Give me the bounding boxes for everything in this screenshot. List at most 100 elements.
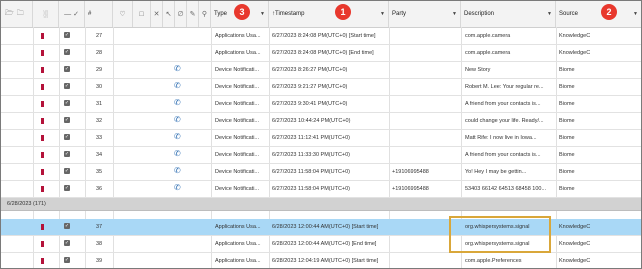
cell-num: 31 — [96, 101, 103, 107]
dropdown-icon[interactable]: ▼ — [452, 11, 457, 17]
cell-type: Applications Usa... — [215, 50, 261, 56]
table-row[interactable]: ✓ ✆ 29 Device Notificati... 6/27/2023 8:26:2… — [1, 62, 641, 79]
header-check-column[interactable]: — ✓ — [59, 1, 85, 27]
tag-flag-icon — [41, 224, 44, 230]
cell-timestamp: 6/28/2023 12:04:19 AM(UTC+0) [Start time… — [272, 258, 379, 264]
cell-timestamp: 6/27/2023 9:30:41 PM(UTC+0) — [272, 101, 348, 107]
tag-flag-icon — [41, 50, 44, 56]
cell-type: Device Notificati... — [215, 67, 260, 73]
row-checkbox[interactable]: ✓ — [64, 151, 70, 157]
header-source-column[interactable]: Source ▼ — [556, 1, 641, 27]
table-row[interactable]: ✓ 39 Applications Usa... 6/28/2023 12:04:19… — [1, 253, 641, 268]
table-row[interactable]: ✓ ✆ 33 Device Notificati... 6/27/2023 11:12:… — [1, 130, 641, 147]
cell-description: could change your life. Ready/... — [465, 118, 544, 124]
header-number-column[interactable]: # — [85, 1, 113, 27]
cell-description: Robert M. Lee: Your regular re... — [465, 84, 544, 90]
close-icon: ✕ — [153, 11, 160, 18]
header-cursor-column[interactable]: ↖ — [163, 1, 175, 27]
cell-party — [392, 62, 460, 78]
header-edit-column[interactable]: ✎ — [187, 1, 199, 27]
header-tag-column[interactable]: ░ — [33, 1, 59, 27]
cell-num: 36 — [96, 186, 103, 192]
folder-open-icon[interactable]: 🗁 — [5, 9, 14, 20]
row-checkbox[interactable]: ✓ — [64, 257, 70, 263]
phone-icon: ✆ — [174, 149, 181, 158]
dropdown-icon[interactable]: ▼ — [260, 11, 265, 17]
row-checkbox[interactable]: ✓ — [64, 66, 70, 72]
group-label: 6/28/2023 (171) — [7, 201, 46, 207]
cell-party: +19106995488 — [392, 169, 429, 175]
header-description-column[interactable]: Description ▼ — [461, 1, 556, 27]
cell-party: +19106995488 — [392, 186, 429, 192]
row-checkbox[interactable]: ✓ — [64, 134, 70, 140]
header-party-column[interactable]: Party ▼ — [389, 1, 461, 27]
table-row[interactable]: ✓ 28 Applications Usa... 6/27/2023 8:24:08 … — [1, 45, 641, 62]
row-checkbox[interactable]: ✓ — [64, 185, 70, 191]
cell-type: Device Notificati... — [215, 152, 260, 158]
cell-party — [392, 28, 460, 44]
cell-timestamp: 6/27/2023 11:58:04 PM(UTC+0) — [272, 169, 351, 175]
row-checkbox[interactable]: ✓ — [64, 49, 70, 55]
row-checkbox[interactable]: ✓ — [64, 100, 70, 106]
phone-icon: ✆ — [174, 64, 181, 73]
tag-flag-icon — [41, 186, 44, 192]
cell-num: 35 — [96, 169, 103, 175]
row-checkbox[interactable]: ✓ — [64, 32, 70, 38]
tag-flag-icon — [41, 101, 44, 107]
column-header-source: Source — [559, 11, 579, 17]
row-checkbox[interactable]: ✓ — [64, 223, 70, 229]
phone-icon: ✆ — [174, 115, 181, 124]
header-delete-column[interactable]: ✕ — [151, 1, 163, 27]
table-row[interactable]: ✓ ✆ 35 Device Notificati... 6/27/2023 11:58:… — [1, 164, 641, 181]
cell-timestamp: 6/27/2023 8:24:08 PM(UTC+0) [End time] — [272, 50, 374, 56]
cell-description: 53403 66142 64513 68458 100... — [465, 186, 547, 192]
cell-source: KnowledgeC — [559, 258, 591, 264]
timestamp-label: Timestamp — [275, 11, 305, 17]
header-attachment-column[interactable]: ∅ — [175, 1, 187, 27]
table-row[interactable]: ✓ ✆ 36 Device Notificati... 6/27/2023 11:58:… — [1, 181, 641, 198]
date-group-header[interactable]: 6/28/2023 (171) — [1, 198, 641, 211]
phone-icon: ✆ — [174, 183, 181, 192]
row-checkbox[interactable]: ✓ — [64, 168, 70, 174]
dropdown-icon[interactable]: ▼ — [633, 11, 638, 17]
row-checkbox[interactable]: ✓ — [64, 83, 70, 89]
table-row[interactable]: ✓ ✆ 34 Device Notificati... 6/27/2023 11:33:… — [1, 147, 641, 164]
row-checkbox[interactable]: ✓ — [64, 117, 70, 123]
comment-icon: □ — [139, 10, 144, 18]
cell-description: com.apple.camera — [465, 50, 511, 56]
cell-party — [392, 45, 460, 61]
cell-description: Yo! Hey I may be gettin... — [465, 169, 527, 175]
cell-num: 28 — [96, 50, 103, 56]
cell-num: 29 — [96, 67, 103, 73]
header-location-column[interactable]: ⚲ — [199, 1, 211, 27]
highlight-box — [449, 216, 551, 253]
cell-source: Biome — [559, 135, 575, 141]
header-icons-cell: 🗁 🗀 — [1, 1, 33, 27]
row-checkbox[interactable]: ✓ — [64, 240, 70, 246]
cell-timestamp: 6/27/2023 11:12:41 PM(UTC+0) — [272, 135, 351, 141]
cell-party — [392, 79, 460, 95]
tag-flag-icon — [41, 118, 44, 124]
cell-timestamp: 6/28/2023 12:00:44 AM(UTC+0) [End time] — [272, 241, 377, 247]
table-row[interactable]: ✓ 27 Applications Usa... 6/27/2023 8:24:08 … — [1, 28, 641, 45]
header-comment-column[interactable]: □ — [133, 1, 151, 27]
table-row[interactable]: ✓ ✆ 31 Device Notificati... 6/27/2023 9:30:4… — [1, 96, 641, 113]
dropdown-icon[interactable]: ▼ — [547, 11, 552, 17]
cell-description: A friend from your contacts is... — [465, 101, 541, 107]
cell-source: KnowledgeC — [559, 241, 591, 247]
cell-source: KnowledgeC — [559, 33, 591, 39]
cell-description: Matt Rife: I now live in Iowa... — [465, 135, 537, 141]
cell-type: Device Notificati... — [215, 118, 260, 124]
folder-icon[interactable]: 🗀 — [17, 9, 24, 20]
table-row[interactable]: ✓ ✆ 32 Device Notificati... 6/27/2023 10:44:… — [1, 113, 641, 130]
cell-party — [392, 130, 460, 146]
table-row[interactable]: ✓ ✆ 30 Device Notificati... 6/27/2023 9:21:2… — [1, 79, 641, 96]
header-tag-icon-column[interactable]: ♡ — [113, 1, 133, 27]
phone-icon: ✆ — [174, 81, 181, 90]
column-header-number: # — [88, 11, 92, 17]
tag-icon: ♡ — [119, 11, 126, 18]
tag-flag-icon — [41, 152, 44, 158]
dropdown-icon[interactable]: ▼ — [380, 11, 385, 17]
header-timestamp-column[interactable]: ↑Timestamp ▼ — [269, 1, 389, 27]
cell-source: KnowledgeC — [559, 50, 591, 56]
